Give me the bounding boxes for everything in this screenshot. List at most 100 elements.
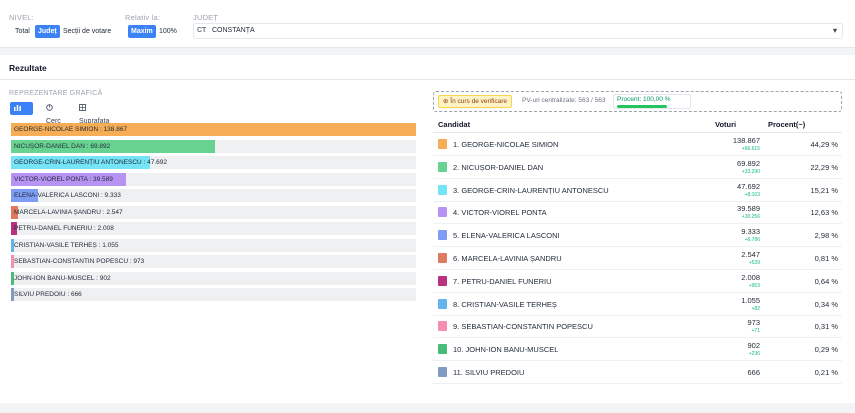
- vote-delta: +539: [748, 260, 760, 266]
- bar-label: GEORGE-NICOLAE SIMION : 138.867: [14, 126, 128, 133]
- bar-row[interactable]: PETRU-DANIEL FUNERIU : 2.008: [11, 222, 416, 235]
- info-icon: ⊕: [443, 98, 449, 105]
- table-row[interactable]: 11. SILVIU PREDOIU 666 0,21 %: [433, 361, 842, 384]
- bar-row[interactable]: GEORGE-CRIN-LAURENȚIU ANTONESCU : 47.692: [11, 156, 416, 169]
- tab-suprafata[interactable]: Suprafata: [79, 102, 109, 125]
- header-candidat: Candidat: [438, 120, 471, 129]
- nivel-label: NIVEL:: [9, 13, 34, 22]
- vote-count: 666: [747, 368, 760, 377]
- results-panel: Rezultate REPREZENTARE GRAFICĂ Bara Cerc…: [0, 55, 855, 403]
- bar-label: SILVIU PREDOIU : 666: [14, 291, 82, 298]
- candidate-name: 8. CRISTIAN-VASILE TERHEȘ: [453, 299, 557, 309]
- verification-text: În curs de verificare: [450, 98, 507, 105]
- color-swatch: [438, 139, 447, 149]
- tab-bara[interactable]: Bara: [10, 102, 33, 125]
- candidate-name: 7. PETRU-DANIEL FUNERIU: [453, 276, 552, 286]
- candidate-name: 3. GEORGE-CRIN-LAURENȚIU ANTONESCU: [453, 185, 609, 195]
- vote-count: 2.547: [741, 250, 760, 259]
- table-row[interactable]: 4. VICTOR-VIOREL PONTA 39.589 +30.256 12,63…: [433, 201, 842, 225]
- vote-delta: +71: [751, 328, 760, 335]
- verification-badge: ⊕ În curs de verificare: [438, 95, 512, 108]
- table-row[interactable]: 9. SEBASTIAN-CONSTANTIN POPESCU 973 +71 0,3…: [433, 315, 842, 339]
- bar-label: VICTOR-VIOREL PONTA : 39.589: [14, 175, 113, 183]
- candidate-name: 2. NICUȘOR-DANIEL DAN: [453, 162, 544, 172]
- repr-label: REPREZENTARE GRAFICĂ: [9, 90, 103, 97]
- table-row[interactable]: 10. JOHN-ION BANU-MUSCEL 902 +236 0,29 %: [433, 338, 842, 362]
- pv-count: PV-uri centralizate: 563 / 563: [522, 97, 606, 104]
- candidate-name: 9. SEBASTIAN-CONSTANTIN POPESCU: [453, 322, 593, 332]
- color-swatch: [438, 344, 447, 355]
- header-procent: Procent(~): [768, 120, 806, 129]
- nivel-option-total[interactable]: Total: [15, 26, 30, 37]
- vote-percent: 0,31 %: [814, 322, 838, 332]
- table-row[interactable]: 5. ELENA-VALERICA LASCONI 9.333 +6.786 2,98…: [433, 224, 842, 248]
- vote-percent: 12,63 %: [810, 208, 838, 218]
- vote-delta: +236: [748, 351, 760, 358]
- bar-chart-icon: [14, 105, 21, 111]
- table-row[interactable]: 8. CRISTIAN-VASILE TERHEȘ 1.055 +82 0,34 %: [433, 293, 842, 316]
- percent-text: Procent: 100,00 %: [617, 96, 671, 103]
- divider: [0, 79, 855, 80]
- vote-delta: +30.256: [741, 214, 760, 221]
- color-swatch: [438, 367, 447, 377]
- color-swatch: [438, 275, 447, 286]
- vote-delta: +953: [748, 282, 760, 289]
- bar-label: PETRU-DANIEL FUNERIU : 2.008: [14, 225, 114, 232]
- bar-row[interactable]: VICTOR-VIOREL PONTA : 39.589: [11, 172, 416, 186]
- bar-label: MARCELA-LAVINIA ȘANDRU : 2.547: [14, 208, 123, 216]
- bar-row[interactable]: SEBASTIAN-CONSTANTIN POPESCU : 973: [11, 255, 416, 268]
- vote-count: 69.892: [737, 158, 760, 168]
- candidate-name: 6. MARCELA-LAVINIA ȘANDRU: [453, 254, 562, 263]
- vote-count: 9.333: [741, 227, 760, 237]
- color-swatch: [438, 207, 447, 218]
- area-chart-icon: [79, 104, 86, 111]
- percent-progress-bar: [617, 105, 667, 108]
- color-swatch: [438, 253, 447, 263]
- bar-row[interactable]: SILVIU PREDOIU : 666: [11, 288, 416, 301]
- bar-label: SEBASTIAN-CONSTANTIN POPESCU : 973: [14, 258, 145, 265]
- relativ-option-maxim[interactable]: Maxim: [128, 25, 156, 38]
- candidate-name: 10. JOHN-ION BANU-MUSCEL: [453, 345, 559, 355]
- bar-row[interactable]: GEORGE-NICOLAE SIMION : 138.867: [11, 123, 416, 136]
- vote-percent: 22,29 %: [810, 162, 838, 172]
- nivel-option-judet[interactable]: Județ: [35, 25, 60, 38]
- vote-count: 973: [747, 318, 760, 328]
- bar-row[interactable]: JOHN-ION BANU-MUSCEL : 902: [11, 271, 416, 285]
- table-row[interactable]: 7. PETRU-DANIEL FUNERIU 2.008 +953 0,64 %: [433, 270, 842, 293]
- table-row[interactable]: 3. GEORGE-CRIN-LAURENȚIU ANTONESCU 47.692…: [433, 179, 842, 202]
- color-swatch: [438, 298, 447, 309]
- county-select[interactable]: CT CONSTANȚA ▾: [193, 23, 843, 39]
- vote-delta: +82: [751, 305, 760, 312]
- vote-count: 47.692: [737, 181, 760, 191]
- vote-delta: +6.786: [744, 237, 760, 244]
- bar-label: JOHN-ION BANU-MUSCEL : 902: [14, 274, 111, 282]
- percent-box: Procent: 100,00 %: [613, 94, 691, 109]
- vote-percent: 0,21 %: [814, 368, 838, 377]
- judet-label: JUDEȚ: [193, 13, 219, 22]
- vote-delta: +8.103: [744, 191, 760, 198]
- bar-row[interactable]: NICUȘOR-DANIEL DAN : 69.892: [11, 139, 416, 153]
- bar-row[interactable]: CRISTIAN-VASILE TERHEȘ : 1.055: [11, 238, 416, 252]
- header-voturi: Voturi: [715, 120, 737, 129]
- color-swatch: [438, 184, 447, 195]
- bar-row[interactable]: ELENA-VALERICA LASCONI : 9.333: [11, 189, 416, 202]
- tab-cerc[interactable]: Cerc: [46, 102, 61, 125]
- chevron-down-icon: ▾: [832, 26, 837, 35]
- relativ-option-100[interactable]: 100%: [159, 26, 177, 37]
- bar-label: CRISTIAN-VASILE TERHEȘ : 1.055: [14, 241, 119, 249]
- vote-count: 902: [747, 341, 760, 351]
- table-row[interactable]: 2. NICUȘOR-DANIEL DAN 69.892 +33.290 22,29 …: [433, 156, 842, 179]
- bar-label: ELENA-VALERICA LASCONI : 9.333: [14, 192, 121, 199]
- nivel-option-sectii[interactable]: Secții de votare: [63, 26, 111, 37]
- county-name: CONSTANȚA: [212, 27, 255, 34]
- vote-percent: 15,21 %: [810, 185, 838, 195]
- color-swatch: [438, 230, 447, 241]
- table-row[interactable]: 1. GEORGE-NICOLAE SIMION 138.867 +66.615 44…: [433, 133, 842, 156]
- bar-row[interactable]: MARCELA-LAVINIA ȘANDRU : 2.547: [11, 205, 416, 219]
- vote-delta: +66.615: [741, 146, 760, 152]
- candidate-name: 4. VICTOR-VIOREL PONTA: [453, 208, 547, 218]
- vote-delta: +33.290: [741, 168, 760, 175]
- vote-bar-chart: GEORGE-NICOLAE SIMION : 138.867 NICUȘOR-D…: [11, 123, 416, 313]
- vote-percent: 0,64 %: [814, 276, 838, 286]
- table-row[interactable]: 6. MARCELA-LAVINIA ȘANDRU 2.547 +539 0,81 %: [433, 247, 842, 270]
